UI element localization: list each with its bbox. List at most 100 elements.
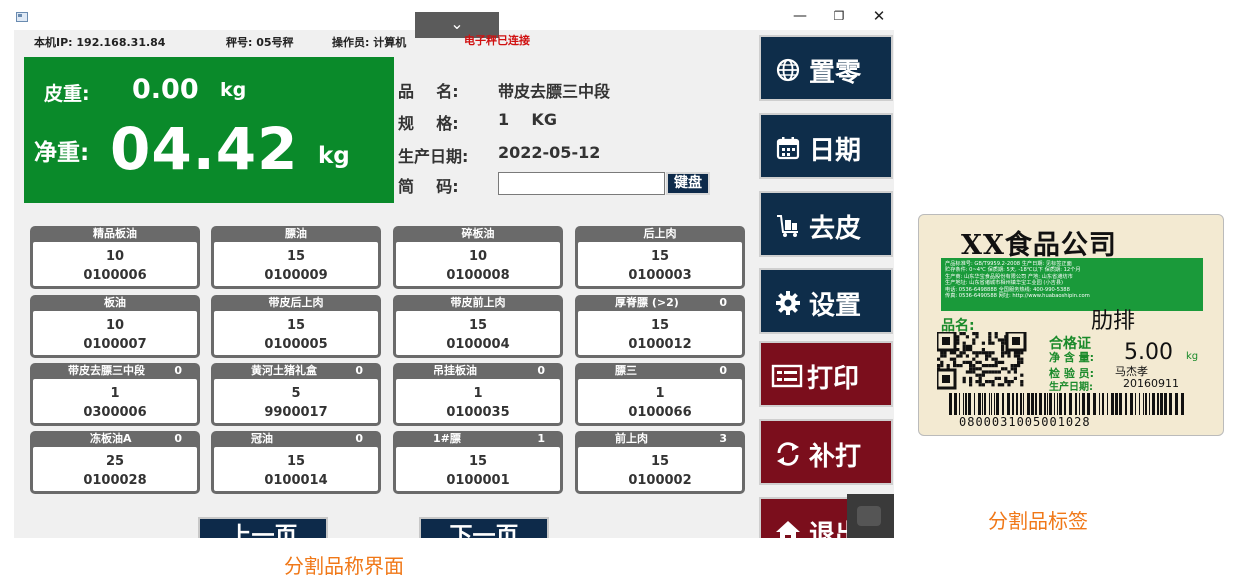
net-weight-value: 04.42 <box>110 115 299 183</box>
product-cell[interactable]: 前上肉 3 15 0100002 <box>575 431 745 494</box>
product-cell-header: 冻板油A 0 <box>30 431 200 447</box>
product-cell-body: 25 0100028 <box>33 447 197 491</box>
minimize-button[interactable]: — <box>780 8 820 26</box>
tare-unit: kg <box>220 79 247 101</box>
product-cell-code: 9900017 <box>264 405 328 420</box>
product-cell-name: 碎板油 <box>461 227 495 240</box>
luggage-cart-icon <box>777 215 798 237</box>
floating-widget[interactable] <box>847 494 894 538</box>
product-cell-count: 0 <box>355 364 363 377</box>
product-cell-quantity: 10 <box>105 249 125 264</box>
product-cell-quantity: 1 <box>655 386 665 401</box>
product-name-label: 品 名: <box>398 82 459 101</box>
product-cell-quantity: 10 <box>468 249 488 264</box>
product-cell[interactable]: 黄河土猪礼盒 0 5 9900017 <box>211 363 381 426</box>
prev-page-button[interactable]: 上一页 <box>198 517 328 538</box>
product-cell-count: 3 <box>719 432 727 445</box>
product-cell-quantity: 25 <box>105 454 125 469</box>
product-cell[interactable]: 带皮前上肉 15 0100004 <box>393 295 563 358</box>
product-cell-body: 1 0100066 <box>578 379 742 423</box>
product-cell-header: 带皮前上肉 <box>393 295 563 311</box>
product-cell-quantity: 15 <box>286 249 306 264</box>
product-label-card: XX食品公司 产品标准号: GB/T9959.2-2008 生产日期: 见标签正… <box>918 214 1224 436</box>
product-cell[interactable]: 精品板油 10 0100006 <box>30 226 200 289</box>
product-cell-count: 0 <box>719 296 727 309</box>
product-cell-name: 1#膘 <box>433 432 461 445</box>
product-spec-label: 规 格: <box>398 114 459 133</box>
product-cell-code: 0100009 <box>264 268 328 283</box>
production-date-value: 2022-05-12 <box>498 143 601 162</box>
label-production-date-value: 20160911 <box>1123 377 1179 390</box>
product-cell-body: 15 0100012 <box>578 311 742 355</box>
reprint-button[interactable]: 补打 <box>759 419 893 485</box>
product-cell-body: 15 0100003 <box>578 242 742 286</box>
product-cell-quantity: 15 <box>650 318 670 333</box>
product-cell[interactable]: 冻板油A 0 25 0100028 <box>30 431 200 494</box>
zero-label: 置零 <box>809 58 862 88</box>
product-cell-body: 15 0100009 <box>214 242 378 286</box>
product-cell[interactable]: 碎板油 10 0100008 <box>393 226 563 289</box>
next-page-button[interactable]: 下一页 <box>419 517 549 538</box>
close-button[interactable]: ✕ <box>859 8 894 26</box>
product-cell-name: 后上肉 <box>643 227 677 240</box>
product-cell-body: 15 0100014 <box>214 447 378 491</box>
product-cell-name: 黄河土猪礼盒 <box>251 364 317 377</box>
product-cell[interactable]: 后上肉 15 0100003 <box>575 226 745 289</box>
print-label: 打印 <box>807 364 860 394</box>
operator: 操作员: 计算机 <box>332 36 407 49</box>
product-cell-header: 带皮后上肉 <box>211 295 381 311</box>
product-name-value: 带皮去膘三中段 <box>498 82 611 101</box>
production-date-label: 生产日期: <box>398 147 469 166</box>
product-cell-count: 0 <box>174 432 182 445</box>
product-cell-body: 1 0100035 <box>396 379 560 423</box>
product-cell-name: 前上肉 <box>615 432 648 445</box>
product-cell[interactable]: 厚脊膘 (>2) 0 15 0100012 <box>575 295 745 358</box>
product-cell[interactable]: 膘油 15 0100009 <box>211 226 381 289</box>
product-cell-name: 冠油 <box>251 432 273 445</box>
label-company-name: XX食品公司 <box>961 230 1117 261</box>
product-cell[interactable]: 吊挂板油 0 1 0100035 <box>393 363 563 426</box>
settings-button[interactable]: 设置 <box>759 268 893 334</box>
weight-panel: 皮重: 0.00 kg 净重: 04.42 kg <box>24 57 394 203</box>
product-cell-name: 带皮去膘三中段 <box>68 364 145 377</box>
product-cell-code: 0100002 <box>628 473 692 488</box>
product-cell-header: 带皮去膘三中段 0 <box>30 363 200 379</box>
barcode-number: 0800031005001028 <box>959 415 1091 429</box>
screen-icon <box>857 506 881 526</box>
gear-icon <box>776 291 800 315</box>
product-cell-quantity: 1 <box>110 386 120 401</box>
net-weight-unit: kg <box>318 143 350 169</box>
date-button[interactable]: 日期 <box>759 113 893 179</box>
product-cell-name: 板油 <box>104 296 126 309</box>
product-cell-body: 10 0100006 <box>33 242 197 286</box>
label-weight-unit: kg <box>1186 351 1199 362</box>
product-cell-code: 0100007 <box>83 337 147 352</box>
product-cell-quantity: 15 <box>468 454 488 469</box>
product-cell-code: 0100006 <box>83 268 147 283</box>
product-cell[interactable]: 冠油 0 15 0100014 <box>211 431 381 494</box>
product-cell-quantity: 5 <box>291 386 301 401</box>
short-code-input[interactable] <box>498 172 665 195</box>
keyboard-button[interactable]: 键盘 <box>666 172 710 195</box>
product-cell-header: 膘油 <box>211 226 381 242</box>
product-cell-quantity: 15 <box>286 318 306 333</box>
zero-button[interactable]: 置零 <box>759 35 893 101</box>
net-weight-label: 净重: <box>34 140 90 166</box>
product-cell-body: 1 0300006 <box>33 379 197 423</box>
app-icon <box>16 12 28 22</box>
product-cell[interactable]: 带皮后上肉 15 0100005 <box>211 295 381 358</box>
print-button[interactable]: 打印 <box>759 341 893 407</box>
product-cell[interactable]: 膘三 0 1 0100066 <box>575 363 745 426</box>
maximize-button[interactable]: ❐ <box>819 8 859 26</box>
label-caption: 分割品标签 <box>988 509 1088 533</box>
product-cell[interactable]: 1#膘 1 15 0100001 <box>393 431 563 494</box>
product-cell-header: 前上肉 3 <box>575 431 745 447</box>
tare-label: 皮重: <box>44 83 90 105</box>
tare-button[interactable]: 去皮 <box>759 191 893 257</box>
product-cell[interactable]: 带皮去膘三中段 0 1 0300006 <box>30 363 200 426</box>
product-cell-code: 0100004 <box>446 337 510 352</box>
product-cell[interactable]: 板油 10 0100007 <box>30 295 200 358</box>
product-cell-body: 15 0100002 <box>578 447 742 491</box>
product-cell-quantity: 15 <box>650 454 670 469</box>
product-cell-code: 0100003 <box>628 268 692 283</box>
